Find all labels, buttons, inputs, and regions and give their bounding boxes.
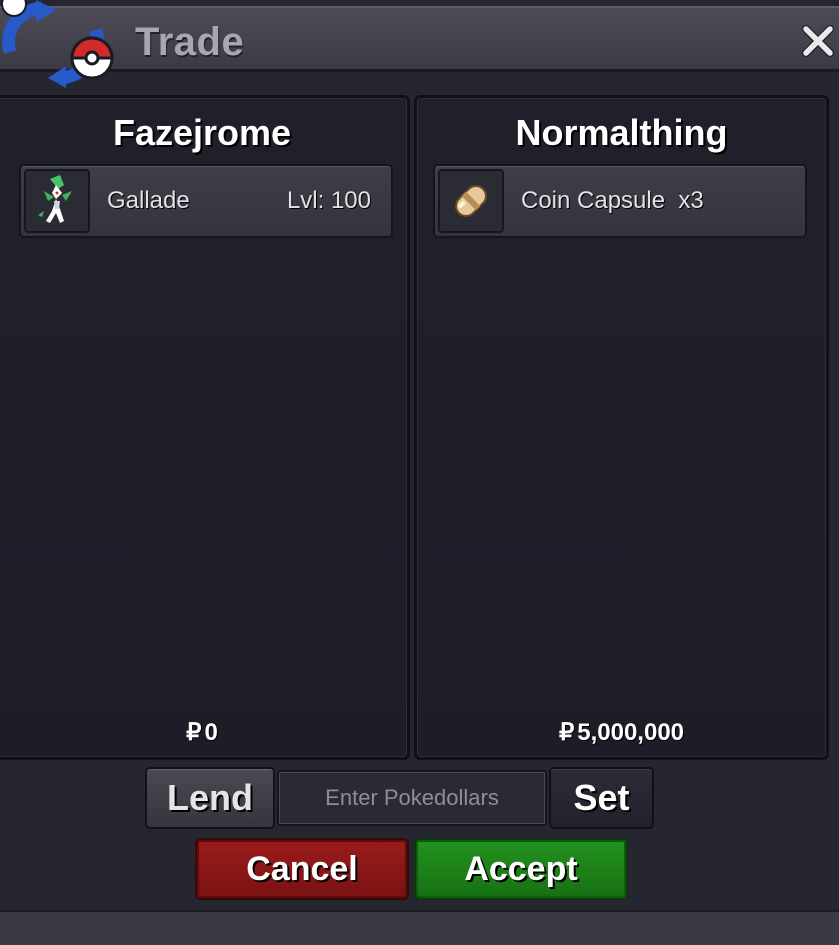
close-icon[interactable]	[801, 24, 835, 58]
pokedollar-icon: ₽	[186, 719, 202, 746]
item-name: Coin Capsule x3	[521, 187, 704, 214]
pokedollar-icon: ₽	[558, 719, 575, 746]
trade-pokeball-arrows-icon	[1, 0, 114, 88]
window-footer	[0, 910, 839, 945]
left-money-amount: 0	[204, 719, 218, 746]
right-money-amount: 5,000,000	[577, 719, 685, 746]
set-button[interactable]: Set	[549, 767, 654, 829]
left-money: ₽0	[0, 718, 407, 747]
pokedollars-input[interactable]	[277, 770, 547, 826]
coin-capsule-icon	[438, 169, 504, 233]
trade-item-row[interactable]: Gallade Lvl: 100	[19, 164, 393, 238]
right-offer-panel: Normalthing Coin Capsule x3 ₽5,000,000	[414, 95, 829, 760]
accept-button[interactable]: Accept	[414, 838, 628, 900]
gallade-sprite-icon	[24, 169, 90, 233]
right-player-name: Normalthing	[515, 112, 728, 153]
window-title: Trade	[135, 20, 245, 64]
title-bar[interactable]: Trade	[0, 6, 839, 72]
lend-button[interactable]: Lend	[145, 767, 275, 829]
right-money: ₽5,000,000	[417, 718, 826, 747]
left-player-name: Fazejrome	[112, 112, 292, 153]
left-offer-panel: Fazejrome Gallade Lvl: 100 ₽0	[0, 95, 410, 760]
item-level: Lvl: 100	[286, 187, 371, 214]
item-name: Gallade	[107, 187, 190, 214]
cancel-button[interactable]: Cancel	[195, 838, 409, 900]
trade-window: Trade Fazejrome Gallade Lvl: 100 ₽ 0 Nor…	[0, 0, 839, 945]
trade-item-row[interactable]: Coin Capsule x3	[433, 164, 807, 238]
